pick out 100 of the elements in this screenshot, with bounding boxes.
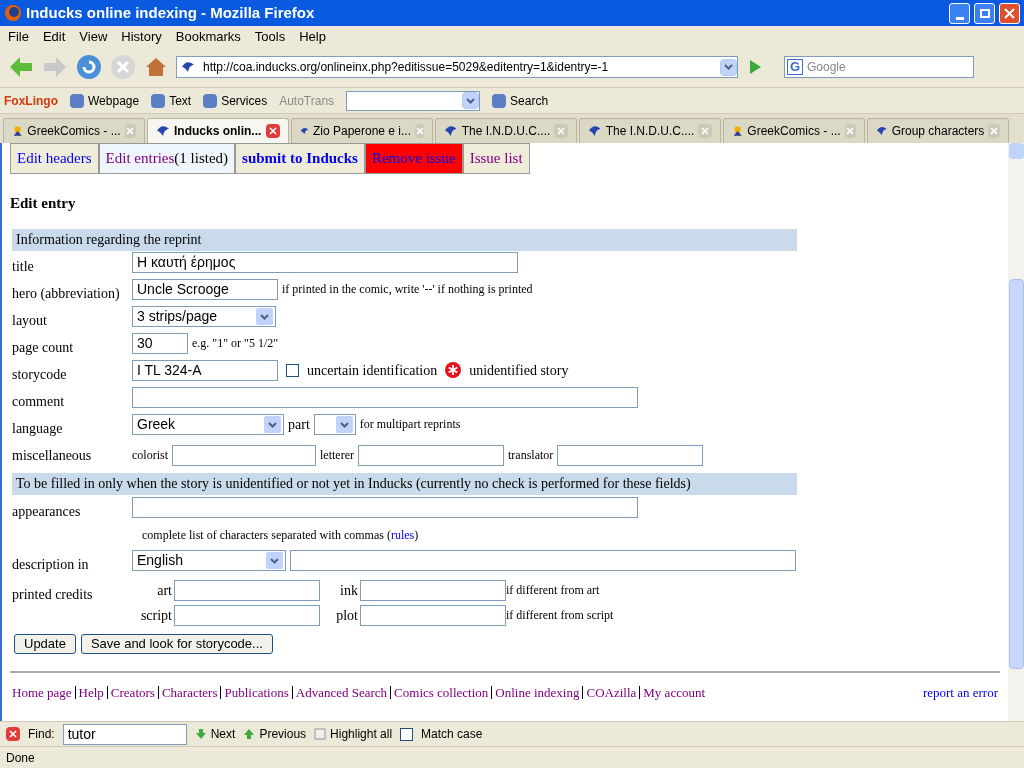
close-icon[interactable] bbox=[6, 727, 20, 741]
footer-link[interactable]: Home page bbox=[12, 682, 72, 702]
page-tab[interactable]: Edit entries(1 listed) bbox=[98, 143, 236, 174]
text-input[interactable]: 30 bbox=[132, 332, 188, 354]
browser-tab[interactable]: Zio Paperone e i... bbox=[291, 118, 433, 143]
tab-close-icon[interactable] bbox=[266, 124, 280, 138]
text-input[interactable] bbox=[132, 496, 638, 518]
field-label: appearances bbox=[12, 503, 81, 519]
field-label: page count bbox=[12, 339, 74, 355]
browser-icon bbox=[4, 4, 22, 22]
text-input[interactable] bbox=[132, 386, 638, 408]
report-link[interactable]: report an error bbox=[922, 682, 998, 702]
footer-link[interactable]: Publications bbox=[224, 682, 289, 702]
next-button[interactable]: Next bbox=[194, 725, 236, 743]
text-input[interactable]: Η καυτή έρημος bbox=[132, 251, 518, 273]
text-input[interactable] bbox=[174, 579, 320, 601]
stop-icon[interactable] bbox=[110, 54, 136, 80]
search-engine-icon[interactable]: G bbox=[787, 59, 803, 75]
menu-item[interactable]: Help bbox=[299, 26, 326, 47]
section-heading: Edit entry bbox=[10, 194, 76, 213]
footer-link[interactable]: My account bbox=[643, 682, 706, 702]
menu-item[interactable]: View bbox=[79, 26, 108, 47]
section-header: Information regarding the reprint bbox=[12, 228, 797, 251]
select-field[interactable]: Greek bbox=[132, 413, 284, 435]
page-tab[interactable]: Issue list bbox=[462, 143, 530, 174]
select-field[interactable] bbox=[346, 90, 481, 111]
field-label: miscellaneous bbox=[12, 447, 92, 463]
hint-text: translator bbox=[508, 447, 554, 464]
vertical-scrollbar[interactable] bbox=[1008, 143, 1024, 721]
browser-tab[interactable]: The I.N.D.U.C.... bbox=[579, 118, 721, 143]
reload-icon[interactable] bbox=[76, 54, 102, 80]
close-icon[interactable] bbox=[999, 2, 1020, 24]
maximize-icon[interactable] bbox=[974, 2, 995, 24]
menu-item[interactable]: History bbox=[121, 26, 162, 47]
select-field[interactable]: English bbox=[132, 549, 286, 571]
hint-text: if printed in the comic, write '--' if nothing is printed bbox=[282, 281, 533, 298]
text-input[interactable] bbox=[360, 604, 506, 626]
text-input[interactable]: I TL 324-A bbox=[132, 359, 278, 381]
footer-link[interactable]: Help bbox=[78, 682, 104, 702]
address-bar[interactable]: http://coa.inducks.org/onlineinx.php?editissue=5029&editentry=1&identry=-1 bbox=[176, 56, 738, 78]
field-label: printed credits bbox=[12, 586, 93, 602]
site-icon bbox=[156, 125, 170, 137]
back-arrow-icon[interactable] bbox=[8, 55, 34, 79]
footer-link[interactable]: Characters bbox=[161, 682, 218, 702]
previous-button[interactable]: Previous bbox=[243, 725, 307, 743]
rules-link[interactable]: rules bbox=[390, 527, 415, 542]
select-field[interactable] bbox=[313, 413, 356, 435]
field-label: hero (abbreviation) bbox=[12, 285, 120, 301]
text-input[interactable] bbox=[174, 604, 320, 626]
field-label: layout bbox=[12, 312, 47, 328]
toolbar-menu[interactable]: Text bbox=[151, 91, 192, 110]
text-input[interactable] bbox=[360, 579, 506, 601]
field-label: title bbox=[12, 258, 34, 274]
checkbox[interactable] bbox=[286, 363, 299, 377]
text-input[interactable] bbox=[172, 444, 316, 466]
browser-tab[interactable]: Inducks onlin... bbox=[147, 118, 289, 143]
footer-link[interactable]: COAzilla bbox=[586, 682, 637, 702]
footer-link[interactable]: Online indexing bbox=[495, 682, 580, 702]
form-button[interactable]: Save and look for storycode... bbox=[80, 633, 273, 654]
toolbar-menu[interactable]: Services bbox=[203, 91, 268, 110]
field-label: storycode bbox=[12, 366, 67, 382]
footer-link[interactable]: Comics collection bbox=[394, 682, 489, 702]
search-field[interactable]: G Google bbox=[784, 56, 974, 78]
menu-item[interactable]: Bookmarks bbox=[175, 26, 241, 47]
page-tab[interactable]: submit to Inducks bbox=[235, 143, 365, 174]
checkbox[interactable] bbox=[400, 727, 414, 741]
browser-tab[interactable]: Group characters bbox=[867, 118, 1009, 143]
select-field[interactable]: 3 strips/page bbox=[132, 305, 276, 327]
highlight-all-button[interactable]: Highlight all bbox=[314, 725, 393, 743]
page-tab[interactable]: Edit headers bbox=[10, 143, 99, 174]
text-input[interactable] bbox=[290, 549, 796, 571]
site-icon bbox=[876, 125, 888, 137]
text-input[interactable]: Uncle Scrooge bbox=[132, 278, 278, 300]
hint-text: colorist bbox=[132, 447, 168, 464]
menu-item[interactable]: Edit bbox=[42, 26, 66, 47]
hint-text: for multipart reprints bbox=[359, 416, 461, 433]
hint-text: complete list of characters separated with commas (rules) bbox=[142, 526, 419, 544]
toolbar-menu[interactable]: FoxLingo bbox=[4, 91, 58, 110]
footer-link[interactable]: Advanced Search bbox=[295, 682, 388, 702]
field-label: script bbox=[140, 606, 172, 625]
footer-link[interactable]: Creators bbox=[110, 682, 155, 702]
toolbar-menu[interactable]: Webpage bbox=[70, 91, 140, 110]
find-field[interactable]: tutor bbox=[62, 723, 187, 745]
menu-item[interactable]: File bbox=[8, 26, 29, 47]
menu-item[interactable]: Tools bbox=[254, 26, 286, 47]
toolbar-menu[interactable]: Search bbox=[492, 91, 549, 110]
field-label: plot bbox=[336, 606, 358, 625]
form-button[interactable]: Update bbox=[14, 633, 76, 654]
home-icon[interactable] bbox=[144, 55, 168, 79]
minimize-icon[interactable] bbox=[949, 2, 970, 24]
duck-icon bbox=[12, 124, 24, 138]
text-input[interactable] bbox=[557, 444, 704, 466]
field-label: unidentified story bbox=[469, 361, 569, 380]
asterisk-icon bbox=[445, 362, 462, 378]
browser-tab[interactable]: GreekComics - ... bbox=[723, 118, 865, 143]
field-label: art bbox=[157, 581, 172, 600]
text-input[interactable] bbox=[358, 444, 504, 466]
browser-tab[interactable]: The I.N.D.U.C.... bbox=[435, 118, 577, 143]
field-label: ink bbox=[340, 581, 358, 600]
browser-tab[interactable]: GreekComics - ... bbox=[3, 118, 145, 143]
